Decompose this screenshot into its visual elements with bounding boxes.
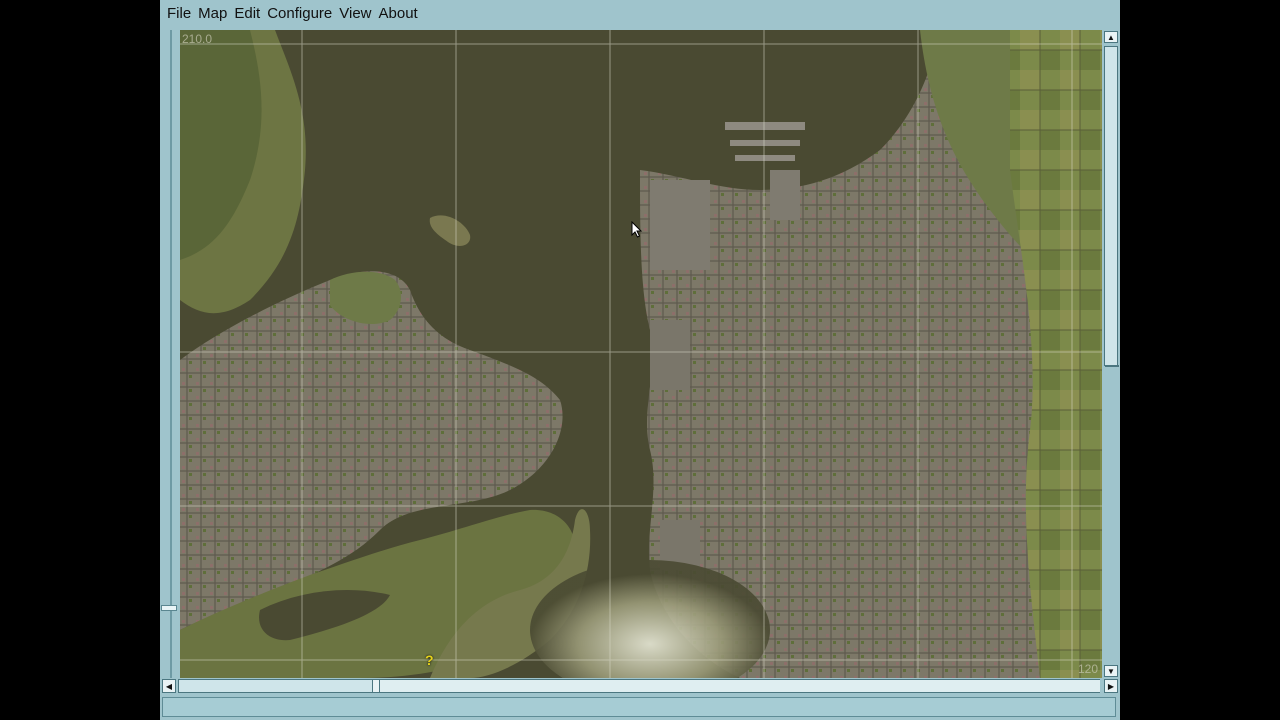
- ruler-rail: [170, 30, 172, 678]
- menu-configure[interactable]: Configure: [264, 0, 335, 28]
- left-ruler: [160, 30, 180, 678]
- menu-map[interactable]: Map: [195, 0, 230, 28]
- scroll-left-button[interactable]: ◀: [162, 679, 176, 693]
- horizontal-scroll-thumb-handle[interactable]: [372, 679, 380, 693]
- menu-edit[interactable]: Edit: [231, 0, 263, 28]
- horizontal-scroll-track[interactable]: [380, 679, 1100, 693]
- status-bar: [162, 697, 1116, 717]
- vertical-scroll-thumb[interactable]: [1104, 46, 1119, 367]
- menu-view[interactable]: View: [336, 0, 374, 28]
- menubar: File Map Edit Configure View About: [160, 0, 1120, 28]
- scroll-down-button[interactable]: ▼: [1104, 665, 1118, 677]
- menu-about[interactable]: About: [376, 0, 421, 28]
- unknown-unit-marker-icon[interactable]: ?: [425, 652, 434, 668]
- ruler-marker[interactable]: [161, 605, 177, 611]
- mouse-pointer-icon: [631, 221, 643, 238]
- satellite-map-image: [180, 30, 1102, 678]
- map-canvas[interactable]: 210.0 120 ?: [180, 30, 1102, 678]
- horizontal-scrollbar[interactable]: ◀ ▶: [160, 678, 1120, 694]
- scroll-right-button[interactable]: ▶: [1104, 679, 1118, 693]
- scroll-up-button[interactable]: ▲: [1104, 31, 1118, 43]
- horizontal-scroll-thumb[interactable]: [178, 679, 378, 693]
- map-editor-window: File Map Edit Configure View About 210.0…: [160, 0, 1120, 720]
- map-coordinate-top: 210.0: [182, 32, 213, 46]
- map-coordinate-bottom: 120: [1077, 662, 1098, 676]
- vertical-scrollbar[interactable]: ▲ ▼: [1102, 30, 1120, 678]
- menu-file[interactable]: File: [164, 0, 194, 28]
